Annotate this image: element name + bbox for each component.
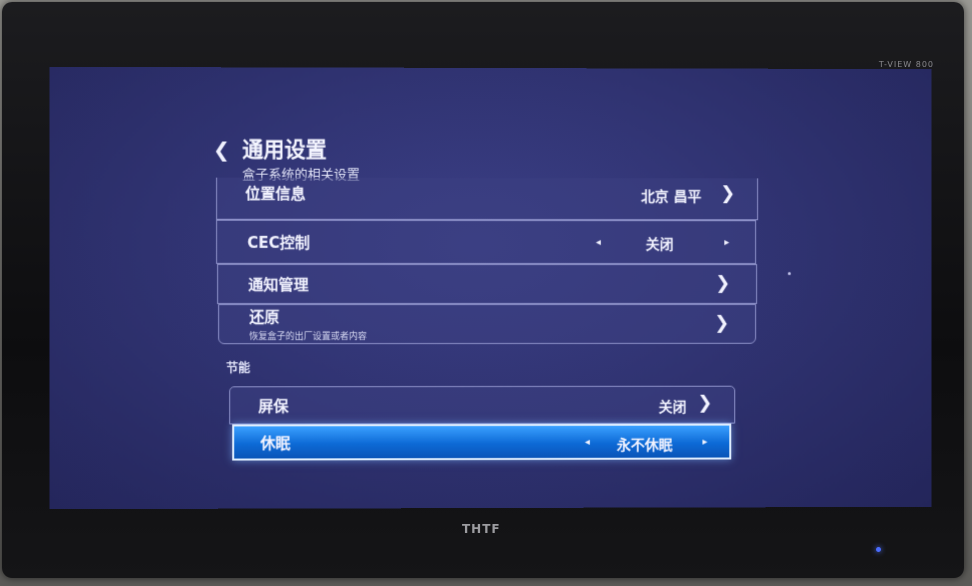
setting-label-location: 位置信息 <box>245 184 306 203</box>
chevron-left-icon[interactable]: ❮ <box>213 137 230 161</box>
setting-row-screensaver[interactable]: 屏保 关闭 ❯ <box>229 385 736 425</box>
tv-bezel: T-VIEW 800 THTF ❮ 通用设置 盒子系统的相关设置 位置信息 北京… <box>2 2 964 578</box>
setting-value-sleep: 永不休眠 <box>616 437 673 454</box>
arrow-left-icon[interactable]: ◂ <box>596 237 601 248</box>
setting-row-notifications[interactable]: 通知管理 ❯ <box>217 263 758 305</box>
setting-value-cec: 关闭 <box>645 237 674 254</box>
tv-model-label: T-VIEW 800 <box>878 60 934 69</box>
tv-brand-logo: THTF <box>462 522 501 536</box>
section-title-power: 节能 <box>226 361 251 376</box>
arrow-right-icon[interactable]: ▸ <box>724 237 729 248</box>
setting-row-location[interactable]: 位置信息 北京 昌平 ❯ <box>216 177 759 221</box>
setting-label-screensaver: 屏保 <box>258 396 289 415</box>
setting-label-restore: 还原 <box>249 308 280 327</box>
screen-glare <box>787 272 791 276</box>
power-led-icon <box>876 547 881 552</box>
setting-description-restore: 恢复盒子的出厂设置或者内容 <box>249 332 367 343</box>
setting-row-cec[interactable]: CEC控制 ◂ 关闭 ▸ <box>216 219 757 265</box>
arrow-right-icon[interactable]: ▸ <box>702 437 707 448</box>
chevron-right-icon: ❯ <box>715 273 731 294</box>
chevron-right-icon: ❯ <box>714 312 730 334</box>
restore-text-group: 还原 恢复盒子的出厂设置或者内容 <box>249 306 367 342</box>
tv-screen: ❮ 通用设置 盒子系统的相关设置 位置信息 北京 昌平 ❯ CEC控制 ◂ 关闭… <box>49 66 932 510</box>
setting-label-sleep: 休眠 <box>260 433 291 452</box>
setting-label-notifications: 通知管理 <box>248 275 309 294</box>
setting-value-screensaver: 关闭 <box>658 399 687 416</box>
setting-value-location: 北京 昌平 <box>640 189 702 206</box>
chevron-right-icon: ❯ <box>697 392 713 414</box>
setting-label-cec: CEC控制 <box>247 233 310 252</box>
setting-row-restore[interactable]: 还原 恢复盒子的出厂设置或者内容 ❯ <box>218 303 757 345</box>
arrow-left-icon[interactable]: ◂ <box>585 437 590 448</box>
setting-row-sleep[interactable]: 休眠 ◂ 永不休眠 ▸ <box>232 423 732 461</box>
chevron-right-icon: ❯ <box>720 183 736 205</box>
page-title: 通用设置 <box>242 137 327 162</box>
